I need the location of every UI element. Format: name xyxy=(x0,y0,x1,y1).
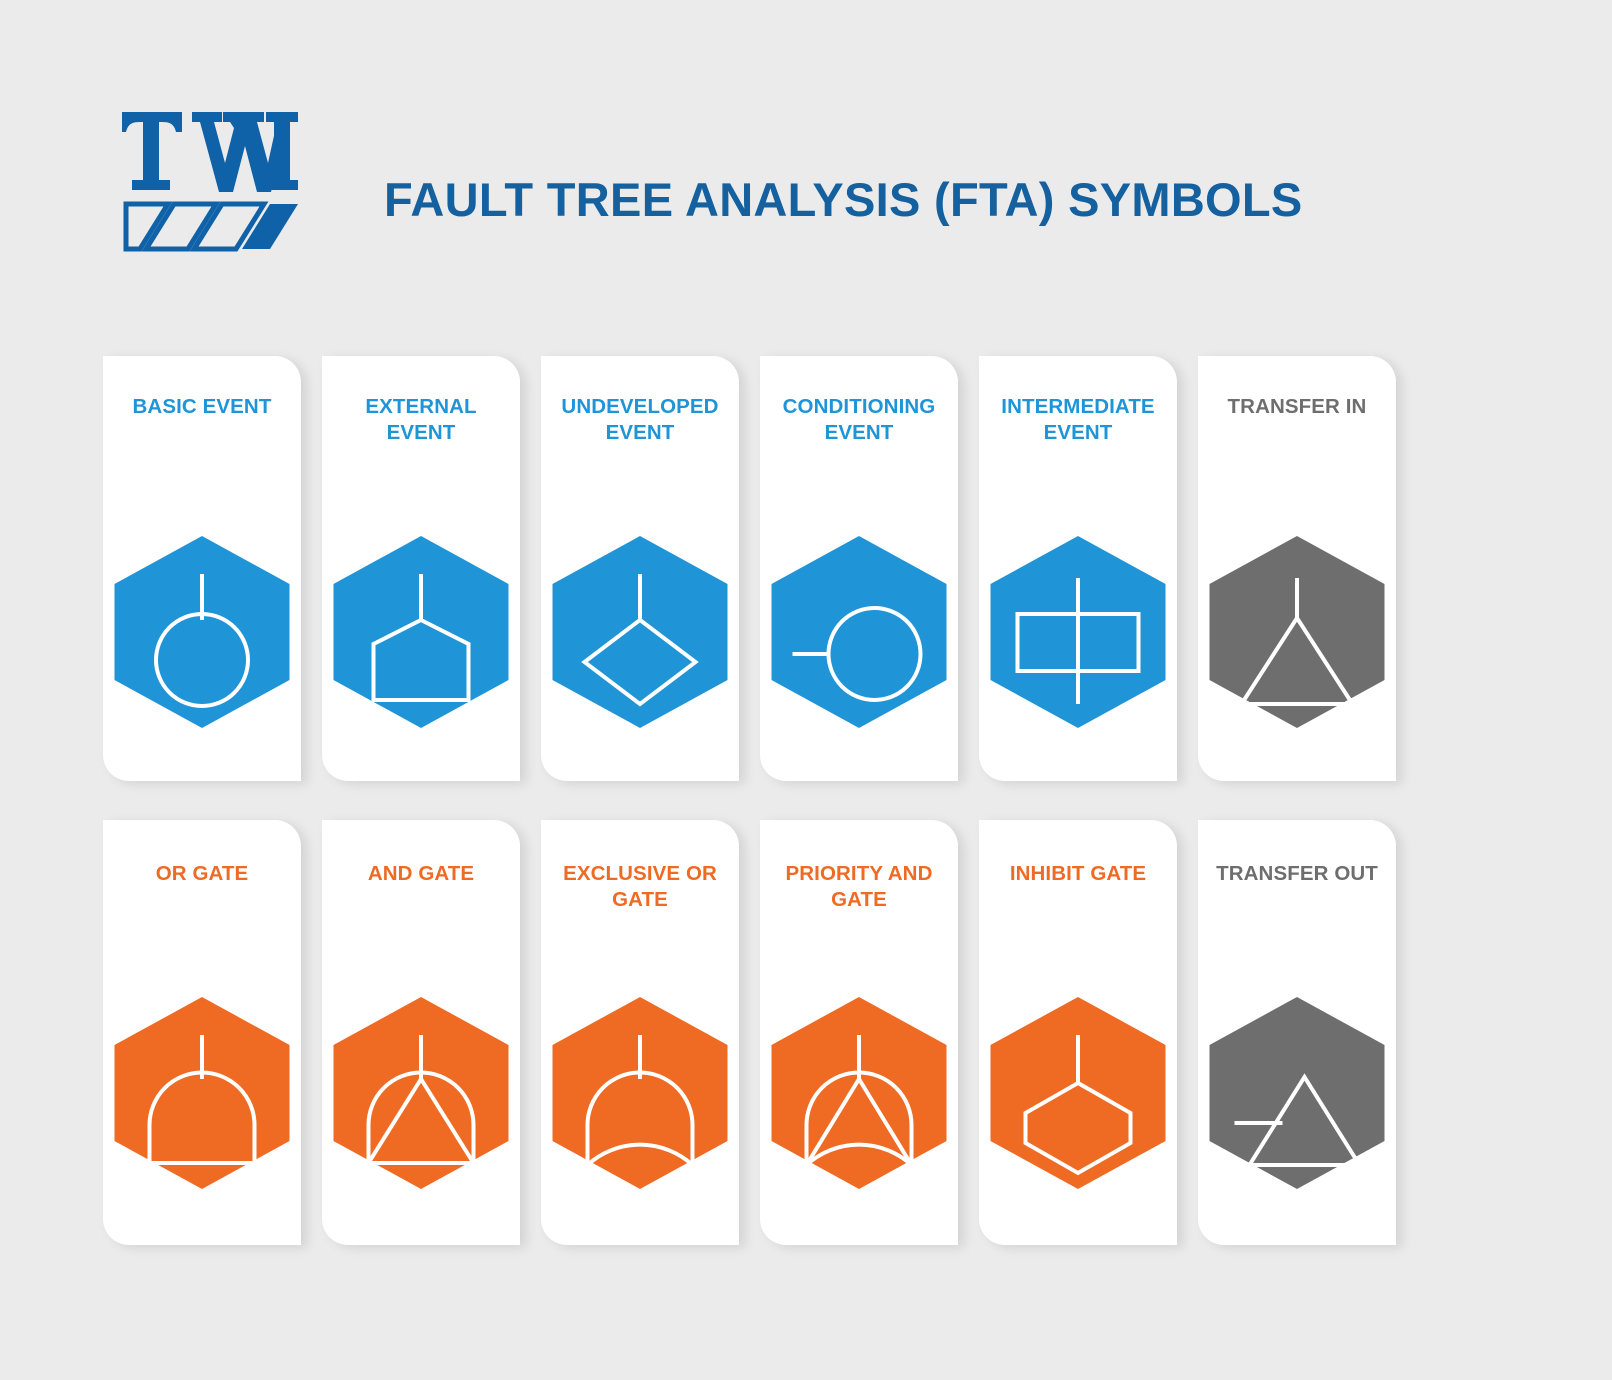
symbols-grid: BASIC EVENT EXTERNAL EVENT UNDEVELOPED E… xyxy=(103,356,1523,1245)
card-or-gate[interactable]: OR GATE xyxy=(103,820,301,1245)
card-label: INTERMEDIATE EVENT xyxy=(1001,395,1155,445)
card-label: OR GATE xyxy=(155,862,249,885)
card-label: UNDEVELOPED EVENT xyxy=(561,395,719,445)
card-label: BASIC EVENT xyxy=(132,395,272,418)
card-transfer-out[interactable]: TRANSFER OUT xyxy=(1198,820,1396,1245)
triangle-with-side-line-icon xyxy=(1205,993,1390,1193)
card-label: PRIORITY AND GATE xyxy=(785,862,933,912)
triangle-with-top-stem-icon xyxy=(1205,532,1390,732)
priority-and-arch-icon xyxy=(767,993,952,1193)
events-row: BASIC EVENT EXTERNAL EVENT UNDEVELOPED E… xyxy=(103,356,1523,781)
card-label: EXTERNAL EVENT xyxy=(365,395,477,445)
card-conditioning-event[interactable]: CONDITIONING EVENT xyxy=(760,356,958,781)
card-label: TRANSFER OUT xyxy=(1216,862,1378,885)
card-basic-event[interactable]: BASIC EVENT xyxy=(103,356,301,781)
page-title: FAULT TREE ANALYSIS (FTA) SYMBOLS xyxy=(384,173,1303,226)
card-and-gate[interactable]: AND GATE xyxy=(322,820,520,1245)
card-label: INHIBIT GATE xyxy=(1009,862,1147,885)
twi-logo xyxy=(122,112,298,252)
rectangle-with-through-line-icon xyxy=(986,532,1171,732)
card-label: CONDITIONING EVENT xyxy=(782,395,936,445)
inner-hexagon-with-stem-icon xyxy=(986,993,1171,1193)
gates-row: OR GATE AND GATE EXCLUSIVE OR GATE PRIOR… xyxy=(103,820,1523,1245)
diamond-with-stem-icon xyxy=(548,532,733,732)
house-with-stem-icon xyxy=(329,532,514,732)
card-label: TRANSFER IN xyxy=(1227,395,1367,418)
or-arch-icon xyxy=(110,993,295,1193)
and-arch-triangle-icon xyxy=(329,993,514,1193)
card-exclusive-or-gate[interactable]: EXCLUSIVE OR GATE xyxy=(541,820,739,1245)
xor-arch-concave-icon xyxy=(548,993,733,1193)
infographic-page: FAULT TREE ANALYSIS (FTA) SYMBOLS BASIC … xyxy=(0,0,1612,1380)
header: FAULT TREE ANALYSIS (FTA) SYMBOLS xyxy=(120,108,1303,253)
oval-with-side-line-icon xyxy=(767,532,952,732)
card-inhibit-gate[interactable]: INHIBIT GATE xyxy=(979,820,1177,1245)
circle-with-stem-icon xyxy=(110,532,295,732)
card-external-event[interactable]: EXTERNAL EVENT xyxy=(322,356,520,781)
card-undeveloped-event[interactable]: UNDEVELOPED EVENT xyxy=(541,356,739,781)
card-label: AND GATE xyxy=(367,862,475,885)
card-transfer-in[interactable]: TRANSFER IN xyxy=(1198,356,1396,781)
card-priority-and-gate[interactable]: PRIORITY AND GATE xyxy=(760,820,958,1245)
card-intermediate-event[interactable]: INTERMEDIATE EVENT xyxy=(979,356,1177,781)
card-label: EXCLUSIVE OR GATE xyxy=(563,862,717,912)
